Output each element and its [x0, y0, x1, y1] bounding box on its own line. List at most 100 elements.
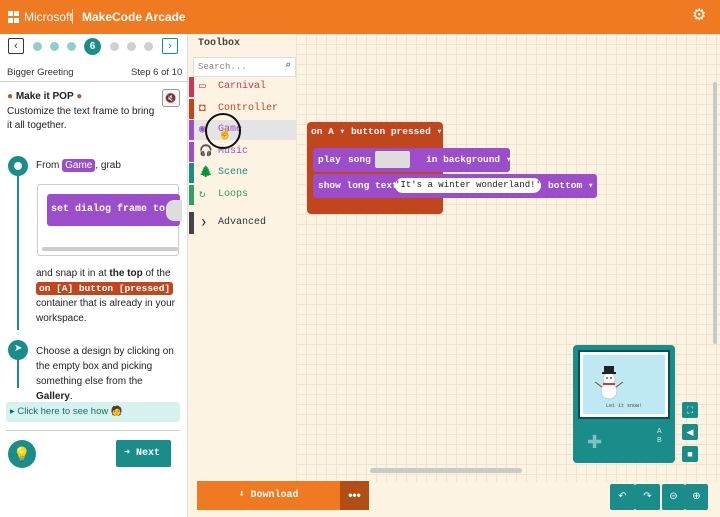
playback-mode-dropdown[interactable]: in background ▾ — [426, 154, 512, 165]
next-button[interactable]: ➜ Next — [116, 440, 171, 467]
category-music[interactable]: 🎧 Music — [189, 142, 296, 162]
tree-icon: 🌲 — [199, 167, 213, 179]
microsoft-logo-icon — [8, 11, 20, 23]
button-label: button — [350, 126, 386, 137]
gallery-instruction: Choose a design by clicking on the empty… — [36, 344, 181, 404]
position-dropdown[interactable]: bottom ▾ — [548, 180, 594, 191]
category-label: Controller — [218, 103, 279, 114]
prev-step-button[interactable]: ‹ — [8, 38, 24, 54]
show-long-text-label: show long text — [318, 180, 398, 191]
song-label: song — [348, 154, 371, 165]
step-dot[interactable] — [127, 42, 136, 51]
redo-icon[interactable]: ↷ — [635, 484, 660, 510]
screen-text: Let it snow! — [605, 403, 642, 409]
step-heading: ● Make it POP ● — [7, 91, 82, 102]
step-rail — [17, 360, 19, 388]
undo-icon[interactable]: ↶ — [610, 484, 635, 510]
text-input[interactable]: 'It's a winter wonderland!' — [395, 178, 541, 193]
vertical-scrollbar[interactable] — [713, 82, 717, 344]
divider — [0, 81, 188, 82]
next-step-button[interactable]: › — [162, 38, 178, 54]
carnival-icon: ▭ — [199, 81, 206, 93]
simulator-screen[interactable]: Let it snow! — [578, 350, 670, 419]
paint-icon: ● — [7, 91, 14, 102]
snap-text: of the — [145, 268, 171, 279]
category-scene[interactable]: 🌲 Scene — [189, 163, 296, 183]
snap-text: and snap it in at — [36, 268, 107, 279]
zoom-in-icon[interactable]: ⊕ — [685, 484, 708, 510]
preview-scrollbar[interactable] — [42, 247, 178, 251]
loop-icon: ↻ — [199, 189, 206, 201]
category-controller[interactable]: ◘ Controller — [189, 99, 296, 119]
set-dialog-frame-block[interactable]: set dialog frame to — [47, 194, 180, 226]
gamepad-icon: ◘ — [199, 103, 206, 115]
on-button-header: on A ▾ button pressed ▾ — [311, 126, 442, 137]
category-label: Loops — [218, 189, 249, 200]
gallery-bold: Gallery — [36, 391, 70, 402]
game-category-chip[interactable]: Game — [62, 159, 96, 172]
gallery-text: . — [69, 391, 73, 402]
game-simulator[interactable]: Let it snow! ✚ A B — [573, 345, 675, 463]
step-rail — [17, 164, 19, 330]
on-button-chip[interactable]: on [A] button [pressed] — [36, 282, 174, 295]
toolbox-label: Toolbox — [198, 38, 241, 49]
snowman-icon — [594, 366, 624, 400]
next-label: Next — [136, 448, 161, 459]
show-long-text-block[interactable]: show long text 'It's a winter wonderland… — [313, 174, 597, 198]
step-dot[interactable] — [67, 42, 76, 51]
chevron-down-icon: ❯ — [201, 218, 207, 228]
event-dropdown[interactable]: pressed ▾ — [391, 126, 442, 137]
grab-instruction: From Game, grab — [36, 158, 121, 173]
ab-buttons[interactable]: A B — [657, 427, 662, 445]
step-counter: Step 6 of 10 — [131, 67, 183, 78]
frame-slot — [166, 200, 182, 221]
fullscreen-icon[interactable]: ⛶ — [682, 402, 698, 418]
grab-prefix: From — [36, 160, 60, 171]
step-dot[interactable] — [50, 42, 59, 51]
category-advanced[interactable]: ❯ Advanced — [189, 212, 296, 234]
toolbox-search-input[interactable]: Search... ⌕ — [193, 57, 296, 77]
snap-bold: the top — [109, 268, 143, 279]
toolbox: Toolbox Search... ⌕ ▭ Carnival ◘ Control… — [189, 34, 296, 482]
step-node-pointer: ➤ — [8, 340, 28, 360]
zoom-out-icon[interactable]: ⊖ — [662, 484, 685, 510]
step-node — [8, 156, 28, 176]
category-label: Scene — [218, 167, 249, 178]
block-preview: set dialog frame to — [37, 184, 182, 256]
step-dot[interactable] — [33, 42, 42, 51]
category-loops[interactable]: ↻ Loops — [189, 185, 296, 205]
tutorial-panel: ‹ 6 › Bigger Greeting Step 6 of 10 ● Mak… — [0, 34, 188, 517]
step-dot[interactable] — [110, 42, 119, 51]
audio-toggle-button[interactable]: 🔇 — [162, 89, 180, 107]
hand-cursor-icon: ☝ — [218, 128, 232, 140]
dpad-icon[interactable]: ✚ — [587, 432, 602, 453]
top-bar: Microsoft MakeCode Arcade ⚙ — [0, 0, 720, 34]
a-button-label: A — [657, 428, 662, 435]
see-how-hint[interactable]: ▸ Click here to see how 🧑 — [6, 402, 180, 422]
step-dot[interactable] — [144, 42, 153, 51]
gear-icon[interactable]: ⚙ — [692, 8, 706, 24]
search-icon: ⌕ — [284, 61, 291, 72]
app-title[interactable]: MakeCode Arcade — [82, 10, 186, 24]
paint-icon: ● — [76, 91, 83, 102]
song-picker[interactable] — [375, 151, 410, 168]
horizontal-scrollbar[interactable] — [370, 468, 522, 473]
step-navigation: ‹ 6 › — [8, 38, 180, 56]
stop-icon[interactable]: ■ — [682, 446, 698, 462]
category-carnival[interactable]: ▭ Carnival — [189, 77, 296, 97]
current-step-dot[interactable]: 6 — [84, 38, 101, 55]
more-options-button[interactable]: ••• — [340, 481, 369, 510]
arrow-right-icon: ➜ — [124, 448, 131, 459]
lightbulb-icon[interactable]: 💡 — [8, 440, 36, 468]
tutorial-name: Bigger Greeting — [7, 67, 74, 78]
b-button-label: B — [657, 437, 662, 444]
divider — [6, 430, 180, 431]
button-dropdown[interactable]: A ▾ — [328, 126, 345, 137]
on-label: on — [311, 126, 323, 137]
download-button[interactable]: ⬇ Download — [197, 481, 340, 510]
brand-label: Microsoft — [24, 10, 73, 24]
play-song-block[interactable]: play song in background ▾ — [313, 148, 512, 172]
play-label: play — [318, 154, 341, 165]
volume-icon[interactable]: ◀ — [682, 424, 698, 440]
category-label: Carnival — [218, 81, 267, 92]
